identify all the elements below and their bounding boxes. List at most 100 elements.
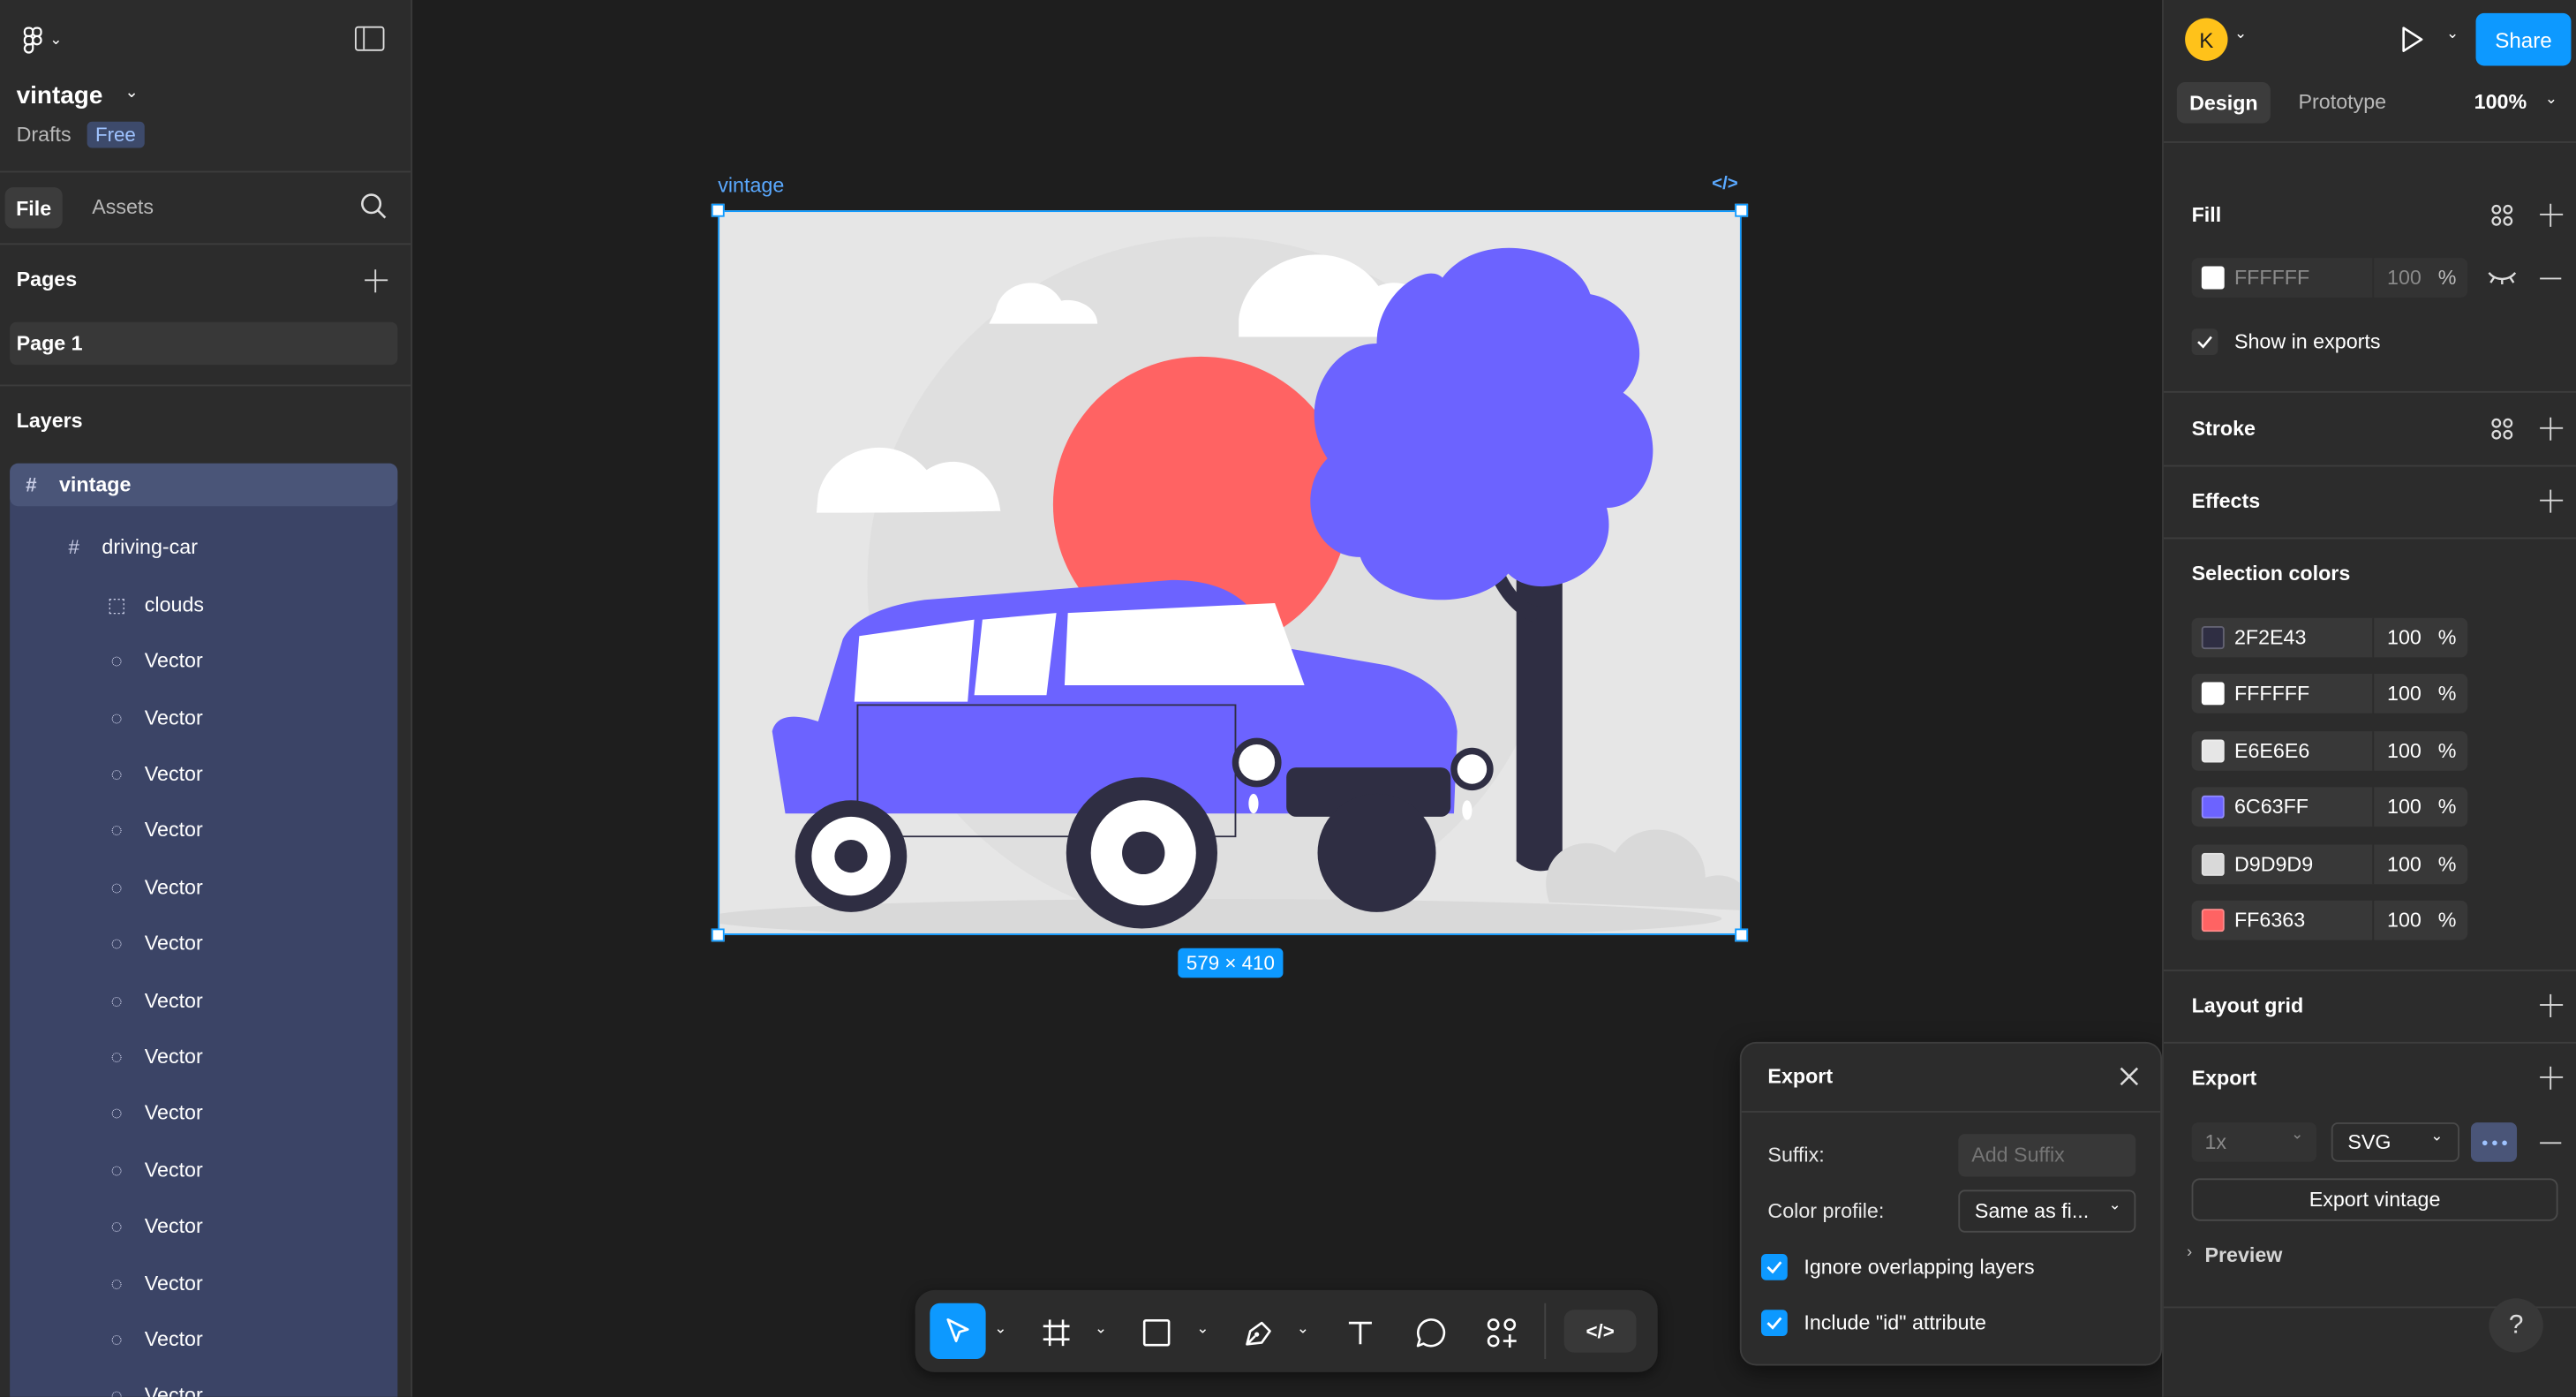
styles-icon[interactable] [2490, 204, 2513, 227]
layer-item[interactable]: ◌ Vector [10, 1368, 397, 1397]
text-tool[interactable] [1341, 1313, 1381, 1353]
remove-export-icon[interactable] [2540, 1142, 2562, 1144]
selection-color-row[interactable]: E6E6E6 100% [2191, 730, 2468, 771]
fill-swatch[interactable] [2201, 266, 2225, 290]
layer-item-selected[interactable]: # vintage [10, 463, 398, 507]
remove-fill-icon[interactable] [2540, 277, 2562, 280]
add-effect-icon[interactable] [2540, 489, 2564, 513]
resize-handle[interactable] [1735, 203, 1749, 217]
toggle-sidebar-icon[interactable] [354, 26, 385, 51]
layer-item[interactable]: ◌ Vector [10, 803, 397, 858]
color-profile-select[interactable]: Same as fi... ⌄ [1958, 1189, 2136, 1233]
layer-item[interactable]: ◌ Vector [10, 859, 397, 915]
tab-file[interactable]: File [4, 187, 63, 229]
chevron-down-icon[interactable]: ⌄ [2234, 25, 2247, 42]
color-swatch[interactable] [2201, 626, 2225, 650]
layer-item[interactable]: ◌ Vector [10, 1142, 397, 1197]
layer-item[interactable]: ◌ Vector [10, 746, 397, 802]
frame-tool[interactable] [1036, 1313, 1076, 1353]
add-fill-icon[interactable] [2540, 203, 2564, 227]
comment-tool[interactable] [1412, 1313, 1451, 1353]
chevron-down-icon[interactable]: ⌄ [2545, 90, 2557, 108]
selection-color-row[interactable]: FFFFFF 100% [2191, 674, 2468, 714]
search-icon[interactable] [360, 193, 388, 221]
frame-label[interactable]: vintage [718, 174, 784, 197]
color-hex[interactable]: FF6363 [2234, 909, 2305, 932]
layer-item[interactable]: ⬚ clouds [10, 577, 397, 632]
chevron-right-icon[interactable]: › [2187, 1244, 2192, 1262]
selection-color-row[interactable]: 6C63FF 100% [2191, 787, 2468, 827]
color-swatch[interactable] [2201, 852, 2225, 876]
color-hex[interactable]: FFFFFF [2234, 683, 2309, 706]
chevron-down-icon[interactable]: ⌄ [992, 1319, 1009, 1337]
figma-menu-button[interactable]: ⌄ [17, 23, 70, 56]
actions-tool[interactable] [1482, 1313, 1522, 1353]
selection-color-row[interactable]: 2F2E43 100% [2191, 617, 2468, 658]
color-hex[interactable]: E6E6E6 [2234, 739, 2309, 762]
ignore-overlapping-checkbox[interactable]: Ignore overlapping layers [1760, 1253, 2035, 1280]
color-percent: % [2437, 796, 2457, 819]
color-swatch[interactable] [2201, 683, 2225, 706]
resize-handle[interactable] [1735, 928, 1749, 942]
color-swatch[interactable] [2201, 796, 2225, 819]
selection-color-row[interactable]: FF6363 100% [2191, 900, 2468, 940]
color-swatch[interactable] [2201, 739, 2225, 763]
resize-handle[interactable] [711, 203, 725, 217]
add-stroke-icon[interactable] [2540, 417, 2564, 441]
layer-item[interactable]: ◌ Vector [10, 916, 397, 971]
code-icon[interactable]: </> [1712, 174, 1738, 193]
chevron-down-icon[interactable]: ⌄ [2446, 25, 2459, 42]
tab-assets[interactable]: Assets [92, 195, 154, 218]
show-in-exports-checkbox[interactable]: Show in exports [2191, 328, 2380, 355]
layer-item[interactable]: ◌ Vector [10, 972, 397, 1028]
export-button[interactable]: Export vintage [2191, 1178, 2558, 1221]
tab-design[interactable]: Design [2176, 82, 2271, 124]
chevron-down-icon[interactable]: ⌄ [1294, 1319, 1311, 1337]
play-icon[interactable] [2399, 25, 2425, 54]
preview-toggle[interactable]: Preview [2204, 1244, 2282, 1267]
export-format-select[interactable]: SVG ⌄ [2331, 1122, 2459, 1162]
export-settings-button[interactable] [2470, 1122, 2518, 1162]
add-layout-grid-icon[interactable] [2540, 993, 2564, 1017]
add-page-icon[interactable] [365, 269, 388, 293]
vintage-frame[interactable] [718, 210, 1742, 935]
dev-mode-toggle[interactable]: </> [1563, 1310, 1637, 1353]
layer-item[interactable]: ◌ Vector [10, 1085, 397, 1141]
fill-hex[interactable]: FFFFFF [2234, 266, 2309, 289]
avatar[interactable]: K [2185, 18, 2228, 61]
chevron-down-icon[interactable]: ⌄ [124, 84, 139, 102]
tab-prototype[interactable]: Prototype [2299, 90, 2387, 113]
layer-item[interactable]: ◌ Vector [10, 1255, 397, 1310]
shape-tool[interactable] [1137, 1313, 1177, 1353]
layer-item[interactable]: ◌ Vector [10, 690, 397, 745]
fill-row[interactable]: FFFFFF 100 % [2191, 258, 2468, 298]
share-button[interactable]: Share [2475, 12, 2572, 66]
resize-handle[interactable] [711, 928, 725, 942]
page-item[interactable]: Page 1 [10, 321, 398, 366]
color-hex[interactable]: D9D9D9 [2234, 852, 2313, 875]
layer-item[interactable]: ◌ Vector [10, 1029, 397, 1084]
close-icon[interactable] [2118, 1065, 2141, 1088]
styles-icon[interactable] [2490, 418, 2513, 441]
add-export-icon[interactable] [2540, 1066, 2564, 1090]
zoom-level[interactable]: 100% [2474, 90, 2527, 113]
export-scale-select[interactable]: 1x ⌄ [2191, 1122, 2317, 1162]
pen-tool[interactable] [1239, 1313, 1278, 1353]
color-swatch[interactable] [2201, 909, 2225, 933]
chevron-down-icon[interactable]: ⌄ [1194, 1319, 1211, 1337]
layer-item[interactable]: ◌ Vector [10, 1311, 397, 1367]
color-hex[interactable]: 2F2E43 [2234, 626, 2306, 649]
layer-item[interactable]: # driving-car [10, 520, 397, 576]
file-name[interactable]: vintage [17, 82, 103, 110]
color-hex[interactable]: 6C63FF [2234, 796, 2309, 819]
selection-color-row[interactable]: D9D9D9 100% [2191, 843, 2468, 884]
hidden-eye-icon[interactable] [2488, 268, 2517, 287]
suffix-input[interactable] [1958, 1134, 2136, 1177]
include-id-checkbox[interactable]: Include "id" attribute [1760, 1310, 1986, 1336]
move-tool[interactable] [930, 1303, 986, 1360]
file-location[interactable]: Drafts [17, 124, 72, 147]
layer-item[interactable]: ◌ Vector [10, 1198, 397, 1254]
layer-item[interactable]: ◌ Vector [10, 633, 397, 689]
chevron-down-icon[interactable]: ⌄ [1093, 1319, 1110, 1337]
help-button[interactable]: ? [2489, 1298, 2543, 1353]
